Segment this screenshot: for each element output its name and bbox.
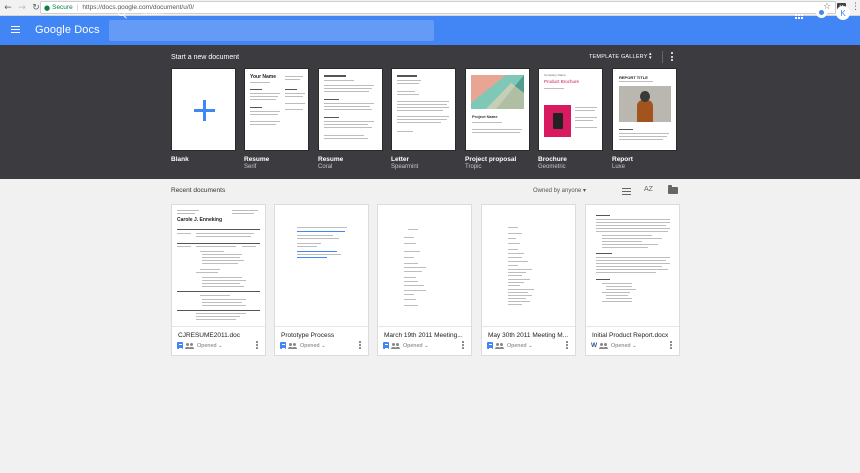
document-thumbnail[interactable]	[482, 205, 575, 327]
plus-icon	[194, 100, 215, 121]
shared-icon	[288, 343, 297, 349]
template-style: Coral	[318, 164, 333, 170]
template-section-title: Start a new document	[171, 54, 240, 61]
app-header: Google Docs	[0, 16, 860, 45]
secure-label: Secure	[52, 4, 73, 11]
document-thumbnail[interactable]	[275, 205, 368, 327]
template-style: Spearmint	[391, 164, 419, 170]
document-title[interactable]: May 30th 2011 Meeting M...	[488, 332, 572, 339]
search-icon	[118, 9, 125, 16]
sort-az-icon[interactable]: AZ	[644, 186, 653, 193]
shared-icon	[495, 343, 504, 349]
template-name: Project proposal	[465, 156, 517, 163]
back-icon[interactable]: ←	[2, 1, 14, 15]
owner-filter-dropdown[interactable]: Owned by anyone ▾	[533, 187, 586, 194]
thumb-heading: Your Name	[250, 74, 277, 80]
template-style: Tropic	[465, 164, 482, 170]
template-blank[interactable]: Blank	[171, 68, 236, 164]
template-resume-coral[interactable]: Resume Coral	[318, 68, 383, 170]
template-more-icon[interactable]	[671, 52, 673, 61]
report-photo	[619, 86, 671, 122]
app-title[interactable]: Google Docs	[35, 24, 100, 36]
document-card[interactable]: Prototype Process Opened ⌄	[274, 204, 369, 356]
docs-file-icon	[383, 342, 389, 349]
folder-picker-icon[interactable]	[668, 185, 678, 194]
template-name: Resume	[318, 156, 344, 163]
document-status: Opened ⌄	[611, 343, 637, 349]
document-thumbnail[interactable]: Carole J. Enneking	[172, 205, 265, 327]
browser-menu-icon[interactable]: ⋮	[851, 2, 860, 12]
template-project-proposal[interactable]: Project Name Project proposal Tropic	[465, 68, 530, 170]
template-name: Report	[612, 156, 633, 163]
template-brochure[interactable]: Company Name Product Brochure Brochure G…	[538, 68, 603, 170]
document-more-icon[interactable]	[359, 341, 361, 349]
document-card[interactable]: March 19th 2011 Meeting... Opened ⌄	[377, 204, 472, 356]
document-title[interactable]: Initial Product Report.docx	[592, 332, 676, 339]
shared-icon	[391, 343, 400, 349]
document-status: Opened ⌄	[403, 343, 429, 349]
template-name: Blank	[171, 156, 189, 163]
template-thumbnail[interactable]: Company Name Product Brochure	[538, 68, 603, 151]
list-view-icon[interactable]	[622, 188, 631, 195]
apps-grid-icon[interactable]	[795, 11, 803, 19]
document-card[interactable]: Carole J. Enneking CJRESUME2011.doc Open…	[171, 204, 266, 356]
document-title[interactable]: March 19th 2011 Meeting...	[384, 332, 468, 339]
document-status: Opened ⌄	[197, 343, 223, 349]
template-name: Resume	[244, 156, 270, 163]
browser-toolbar: ← → ↻ ● Secure | https://docs.google.com…	[0, 0, 860, 16]
document-title[interactable]: Prototype Process	[281, 332, 365, 339]
template-gallery-button[interactable]: TEMPLATE GALLERY	[589, 54, 648, 60]
thumb-heading: Product Brochure	[544, 79, 580, 84]
hamburger-menu-icon[interactable]	[11, 26, 20, 33]
address-separator: |	[76, 4, 79, 11]
document-more-icon[interactable]	[462, 341, 464, 349]
document-thumbnail[interactable]	[378, 205, 471, 327]
tropic-art	[471, 75, 524, 109]
template-thumbnail[interactable]	[171, 68, 236, 151]
template-thumbnail[interactable]: REPORT TITLE	[612, 68, 677, 151]
template-style: Serif	[244, 164, 257, 170]
document-status: Opened ⌄	[300, 343, 326, 349]
template-style: Luxe	[612, 164, 626, 170]
template-thumbnail[interactable]	[391, 68, 456, 151]
thumb-company: Company Name	[544, 73, 566, 77]
document-more-icon[interactable]	[670, 341, 672, 349]
template-style: Geometric	[538, 164, 566, 170]
forward-icon[interactable]: →	[16, 1, 28, 15]
shared-icon	[599, 343, 608, 349]
template-name: Brochure	[538, 156, 567, 163]
template-resume-serif[interactable]: Your Name Resume Serif	[244, 68, 309, 170]
divider	[662, 51, 663, 63]
document-thumbnail[interactable]	[586, 205, 679, 327]
template-thumbnail[interactable]	[318, 68, 383, 151]
thumb-heading: Carole J. Enneking	[177, 217, 223, 223]
expand-collapse-icon[interactable]: ▴ ▾	[649, 52, 652, 61]
avatar[interactable]: K	[836, 6, 850, 20]
shared-icon	[185, 343, 194, 349]
document-card[interactable]: Initial Product Report.docx W Opened ⌄	[585, 204, 680, 356]
docs-file-icon	[177, 342, 183, 349]
notifications-icon[interactable]	[816, 7, 827, 18]
document-status: Opened ⌄	[507, 343, 533, 349]
lock-icon: ●	[44, 3, 51, 12]
template-thumbnail[interactable]: Your Name	[244, 68, 309, 151]
template-letter[interactable]: Letter Spearmint	[391, 68, 456, 170]
recent-documents-title: Recent documents	[171, 187, 226, 194]
search-placeholder: Search	[141, 10, 164, 17]
word-file-icon: W	[591, 342, 598, 349]
docs-file-icon	[280, 342, 286, 349]
brochure-image	[544, 105, 571, 137]
thumb-heading: Project Name	[472, 114, 498, 119]
url-text[interactable]: https://docs.google.com/document/u/0/	[82, 4, 194, 11]
document-title[interactable]: CJRESUME2011.doc	[178, 332, 262, 339]
docs-file-icon	[487, 342, 493, 349]
document-card[interactable]: May 30th 2011 Meeting M... Opened ⌄	[481, 204, 576, 356]
document-more-icon[interactable]	[256, 341, 258, 349]
template-name: Letter	[391, 156, 410, 163]
search-input[interactable]	[109, 20, 434, 41]
document-more-icon[interactable]	[566, 341, 568, 349]
template-thumbnail[interactable]: Project Name	[465, 68, 530, 151]
thumb-heading: REPORT TITLE	[619, 75, 648, 80]
template-report[interactable]: REPORT TITLE Report Luxe	[612, 68, 677, 170]
